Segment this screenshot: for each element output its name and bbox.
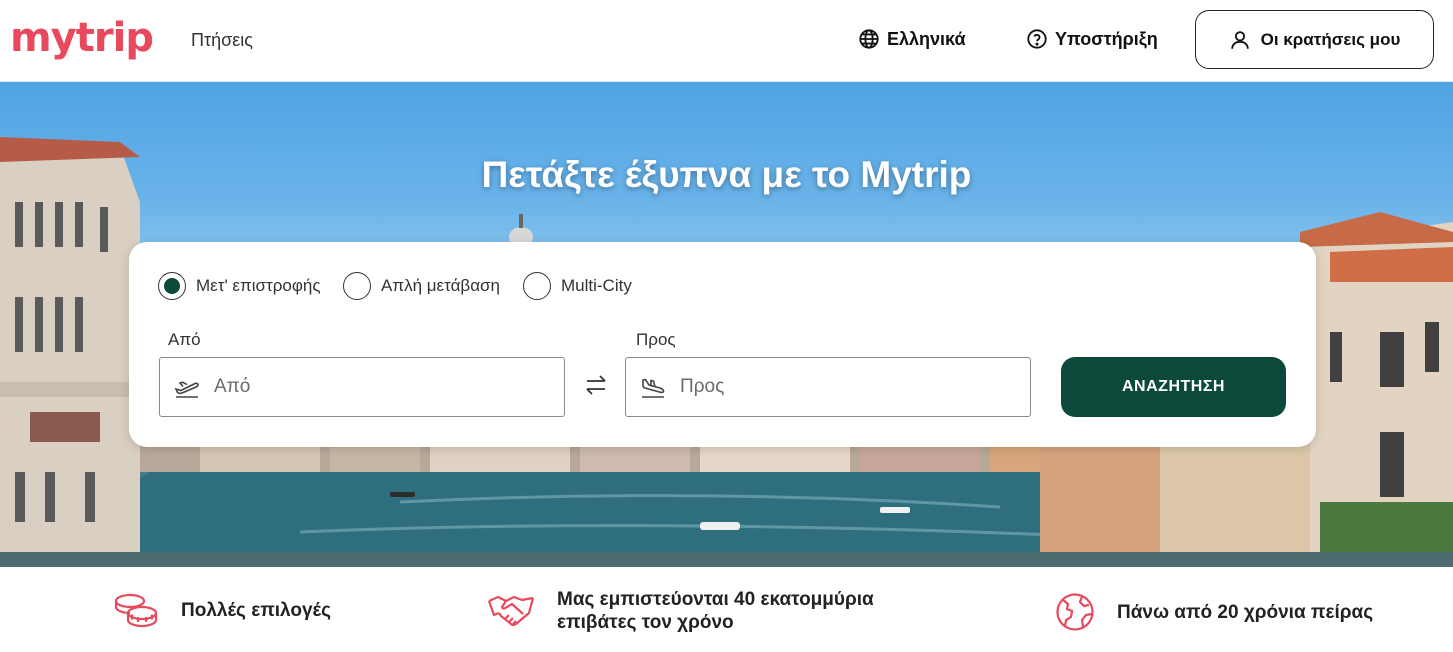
features-bar: Πολλές επιλογές Μας εμπιστεύονται 40 εκα… xyxy=(0,567,1453,652)
feature-line: επιβάτες τον χρόνο xyxy=(557,612,734,633)
from-label: Από xyxy=(168,330,201,349)
handshake-icon xyxy=(487,591,535,631)
feature-line: Πολλές επιλογές xyxy=(181,599,331,621)
globe-icon xyxy=(1055,592,1095,632)
radio-button-selected[interactable] xyxy=(158,272,186,300)
search-button[interactable]: ΑΝΑΖΗΤΗΣΗ xyxy=(1061,357,1286,417)
feature-line: Πάνω από 20 χρόνια πείρας xyxy=(1117,601,1374,623)
to-label: Προς xyxy=(636,330,676,349)
support-link[interactable]: Υποστήριξη xyxy=(1026,28,1158,50)
feature-text: Μας εμπιστεύονται 40 εκατομμύρια επιβάτε… xyxy=(557,588,874,634)
user-icon xyxy=(1229,29,1251,51)
feature-text: Πολλές επιλογές xyxy=(181,599,331,622)
trip-type-label: Απλή μετάβαση xyxy=(381,276,500,295)
my-bookings-button[interactable]: Οι κρατήσεις μου xyxy=(1195,10,1434,69)
language-label: Ελληνικά xyxy=(887,28,966,49)
from-field[interactable] xyxy=(159,357,565,417)
hero-title: Πετάξτε έξυπνα με το Mytrip xyxy=(481,154,972,195)
trip-type-label: Μετ' επιστροφής xyxy=(196,276,321,295)
to-input[interactable] xyxy=(680,376,1010,398)
nav-flights-link[interactable]: Πτήσεις xyxy=(191,30,253,51)
radio-button[interactable] xyxy=(343,272,371,300)
feature-text: Πάνω από 20 χρόνια πείρας xyxy=(1117,601,1373,624)
from-input[interactable] xyxy=(214,376,544,398)
landing-icon xyxy=(640,376,666,398)
my-bookings-label: Οι κρατήσεις μου xyxy=(1260,29,1401,49)
language-selector[interactable]: Ελληνικά xyxy=(858,28,966,50)
to-field[interactable] xyxy=(625,357,1031,417)
header: mytrip Πτήσεις Ελληνικά Υποστήριξη Οι κρ… xyxy=(0,0,1453,82)
globe-icon xyxy=(858,28,880,50)
help-icon xyxy=(1026,28,1048,50)
feature-item: Πολλές επιλογές xyxy=(113,591,331,629)
coins-icon xyxy=(113,591,159,629)
swap-arrows-icon[interactable] xyxy=(584,373,608,397)
trip-type-multi-city[interactable]: Multi-City xyxy=(523,272,632,300)
mytrip-logo[interactable]: mytrip xyxy=(10,16,154,60)
trip-type-label: Multi-City xyxy=(561,276,632,295)
feature-item: Μας εμπιστεύονται 40 εκατομμύρια επιβάτε… xyxy=(487,588,874,634)
feature-line: Μας εμπιστεύονται 40 εκατομμύρια xyxy=(557,589,874,610)
trip-type-round-trip[interactable]: Μετ' επιστροφής xyxy=(158,272,321,300)
support-label: Υποστήριξη xyxy=(1055,28,1158,49)
radio-button[interactable] xyxy=(523,272,551,300)
trip-type-one-way[interactable]: Απλή μετάβαση xyxy=(343,272,500,300)
flight-search-card: Μετ' επιστροφής Απλή μετάβαση Multi-City… xyxy=(129,242,1316,447)
feature-item: Πάνω από 20 χρόνια πείρας xyxy=(1055,592,1373,632)
radio-dot xyxy=(164,278,180,294)
takeoff-icon xyxy=(174,376,200,398)
